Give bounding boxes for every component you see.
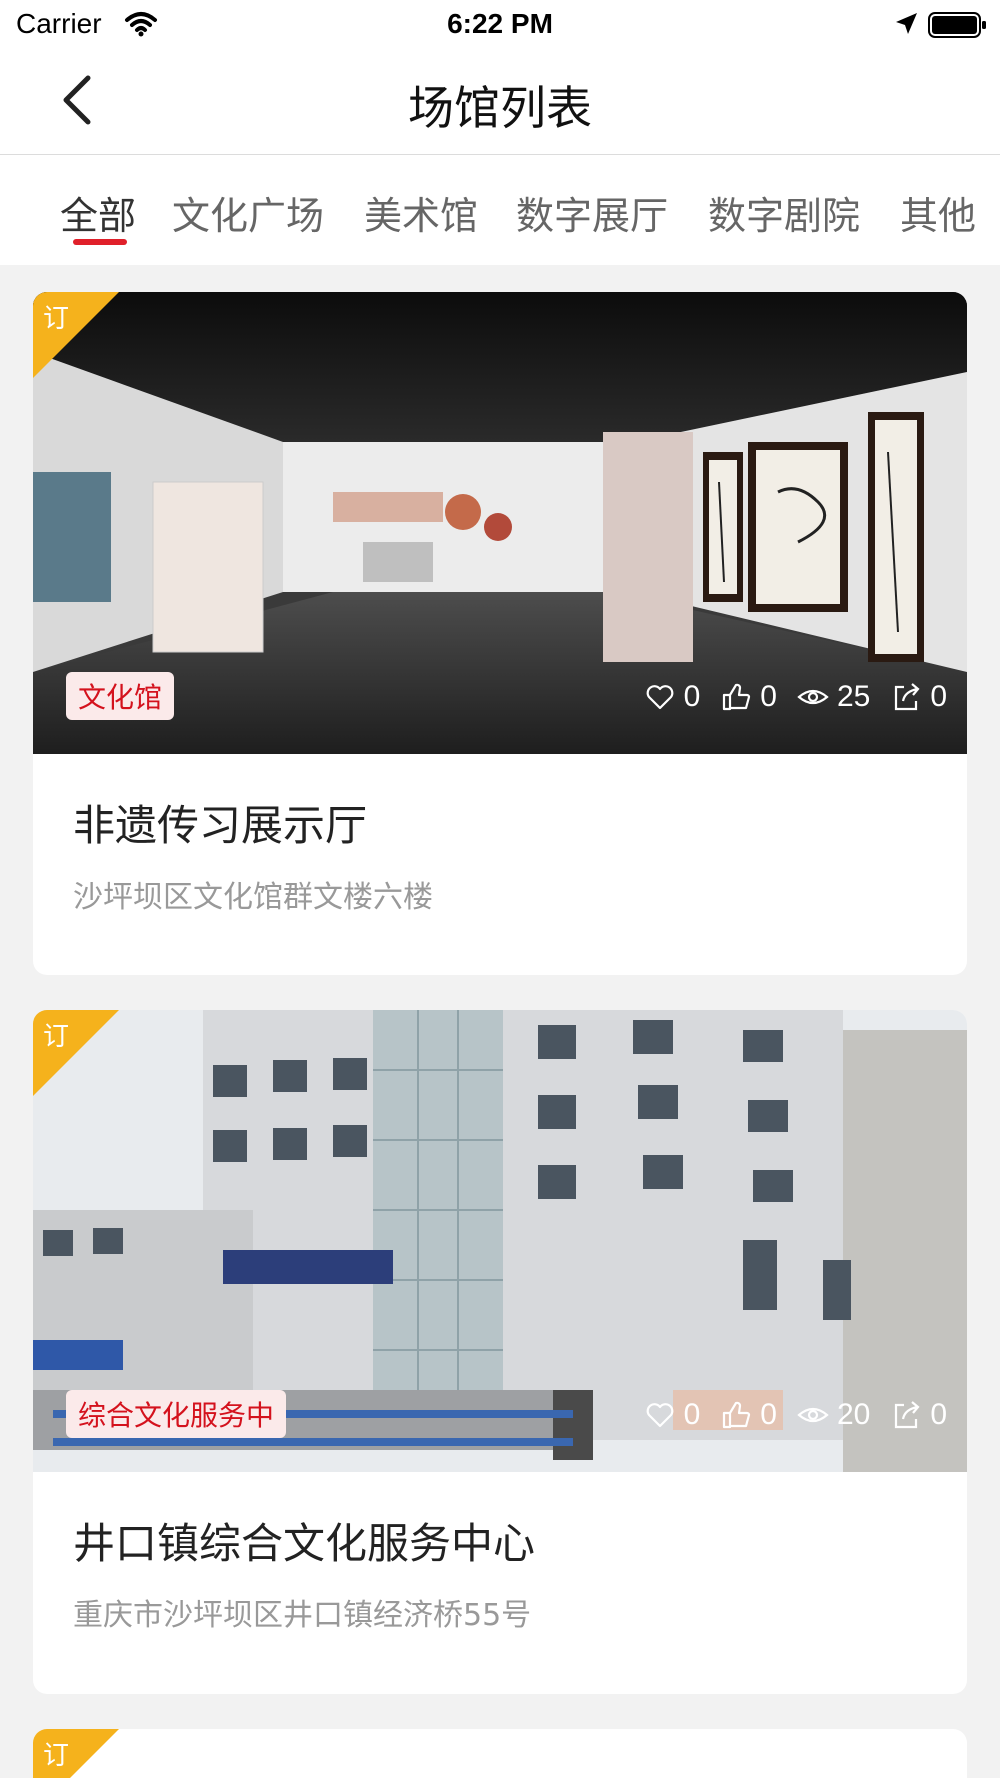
venue-name: 井口镇综合文化服务中心 — [73, 1519, 536, 1568]
share-stat[interactable]: 0 — [890, 680, 947, 714]
venue-address: 重庆市沙坪坝区井口镇经济桥55号 — [73, 1598, 532, 1633]
tab-culture-square[interactable]: 文化广场 — [172, 185, 324, 240]
tab-all[interactable]: 全部 — [60, 185, 136, 240]
share-icon — [895, 683, 920, 711]
battery-icon — [928, 12, 986, 38]
share-stat[interactable]: 0 — [890, 1398, 947, 1432]
venue-stats: 0 0 20 0 — [644, 1398, 947, 1432]
navigation-bar: 场馆列表 — [0, 50, 1000, 155]
thumbs-up-icon — [723, 1401, 751, 1429]
category-tag: 综合文化服务中 — [66, 1390, 287, 1438]
venue-stats: 0 0 25 0 — [644, 680, 947, 714]
venue-photo: 订 综合文化服务中 0 0 20 0 — [33, 1010, 967, 1472]
venue-card[interactable]: 订 — [33, 1729, 967, 1778]
share-icon — [895, 1401, 920, 1429]
share-count: 0 — [930, 680, 947, 713]
share-count: 0 — [930, 1398, 947, 1431]
venue-photo: 订 文化馆 0 0 25 0 — [33, 292, 967, 754]
eye-icon — [797, 1407, 829, 1423]
thumbs-up-icon — [723, 683, 751, 711]
view-count: 25 — [836, 680, 871, 713]
favorite-stat[interactable]: 0 — [644, 1398, 701, 1432]
like-stat[interactable]: 0 — [720, 680, 777, 714]
venue-name: 非遗传习展示厅 — [73, 801, 368, 850]
ribbon-label: 订 — [43, 1022, 70, 1052]
heart-icon — [646, 685, 673, 710]
tab-digital-hall[interactable]: 数字展厅 — [516, 185, 668, 240]
heart-icon — [646, 1403, 673, 1428]
page-title: 场馆列表 — [408, 81, 592, 135]
tab-other[interactable]: 其他 — [900, 185, 976, 240]
active-tab-indicator — [73, 239, 127, 245]
view-stat: 20 — [797, 1398, 870, 1432]
favorite-count: 0 — [683, 1398, 701, 1431]
venue-card[interactable]: 订 综合文化服务中 0 0 20 0 井口镇综合文化服务中心 重庆市沙坪坝区井口… — [33, 1010, 967, 1694]
location-arrow-icon — [896, 13, 917, 34]
ribbon-label: 订 — [43, 1741, 70, 1771]
tab-digital-theater[interactable]: 数字剧院 — [708, 185, 860, 240]
tab-art-museum[interactable]: 美术馆 — [364, 185, 478, 240]
like-stat[interactable]: 0 — [720, 1398, 777, 1432]
favorite-stat[interactable]: 0 — [644, 680, 701, 714]
status-time: 6:22 PM — [447, 8, 553, 39]
eye-icon — [797, 689, 829, 705]
view-stat: 25 — [797, 680, 870, 714]
like-count: 0 — [760, 680, 777, 713]
ribbon-label: 订 — [43, 304, 70, 334]
venue-address: 沙坪坝区文化馆群文楼六楼 — [73, 880, 433, 915]
like-count: 0 — [760, 1398, 777, 1431]
category-tag: 文化馆 — [66, 672, 175, 720]
venue-card[interactable]: 订 文化馆 0 0 25 0 非遗传习展示厅 沙坪坝区文化馆群文楼六楼 — [33, 292, 967, 975]
view-count: 20 — [836, 1398, 871, 1431]
category-tab-bar: 全部 文化广场 美术馆 数字展厅 数字剧院 其他 — [0, 155, 1000, 265]
favorite-count: 0 — [683, 680, 701, 713]
status-bar: Carrier 6:22 PM — [0, 0, 1000, 50]
